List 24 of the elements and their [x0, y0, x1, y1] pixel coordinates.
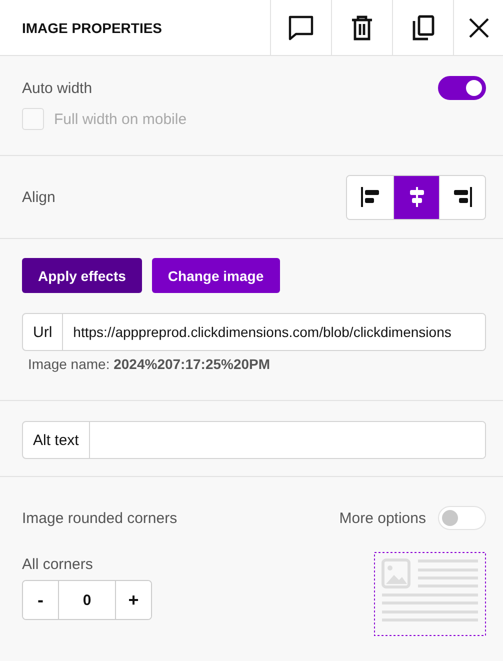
comment-icon	[288, 14, 314, 40]
align-left-button[interactable]	[347, 176, 393, 218]
panel-title: IMAGE PROPERTIES	[21, 18, 164, 38]
image-name: Image name: 2024%207:17:25%20PM	[28, 356, 270, 372]
align-right-button[interactable]	[439, 176, 485, 218]
align-left-icon	[359, 186, 381, 208]
more-options-toggle[interactable]	[438, 506, 486, 530]
auto-width-label: Auto width	[22, 80, 92, 96]
all-corners-label: All corners	[22, 556, 94, 573]
close-icon	[468, 16, 490, 38]
apply-effects-button[interactable]: Apply effects	[22, 258, 142, 293]
url-input-group[interactable]: Url https://apppreprod.clickdimensions.com/blob/clickdimensions	[22, 313, 486, 351]
trash-icon	[351, 14, 373, 40]
align-segmented-control[interactable]	[346, 174, 486, 220]
full-width-mobile-label: Full width on mobile	[54, 110, 187, 128]
change-image-button[interactable]: Change image	[152, 258, 280, 293]
more-options-label: More options	[339, 510, 426, 526]
alt-text-input-group[interactable]: Alt text	[22, 421, 486, 459]
align-label: Align	[22, 188, 56, 206]
auto-width-toggle[interactable]	[438, 76, 486, 100]
align-right-icon	[452, 186, 474, 208]
align-center-button[interactable]	[393, 176, 439, 218]
rounded-corners-label: Image rounded corners	[22, 510, 178, 526]
copy-icon	[411, 14, 435, 40]
